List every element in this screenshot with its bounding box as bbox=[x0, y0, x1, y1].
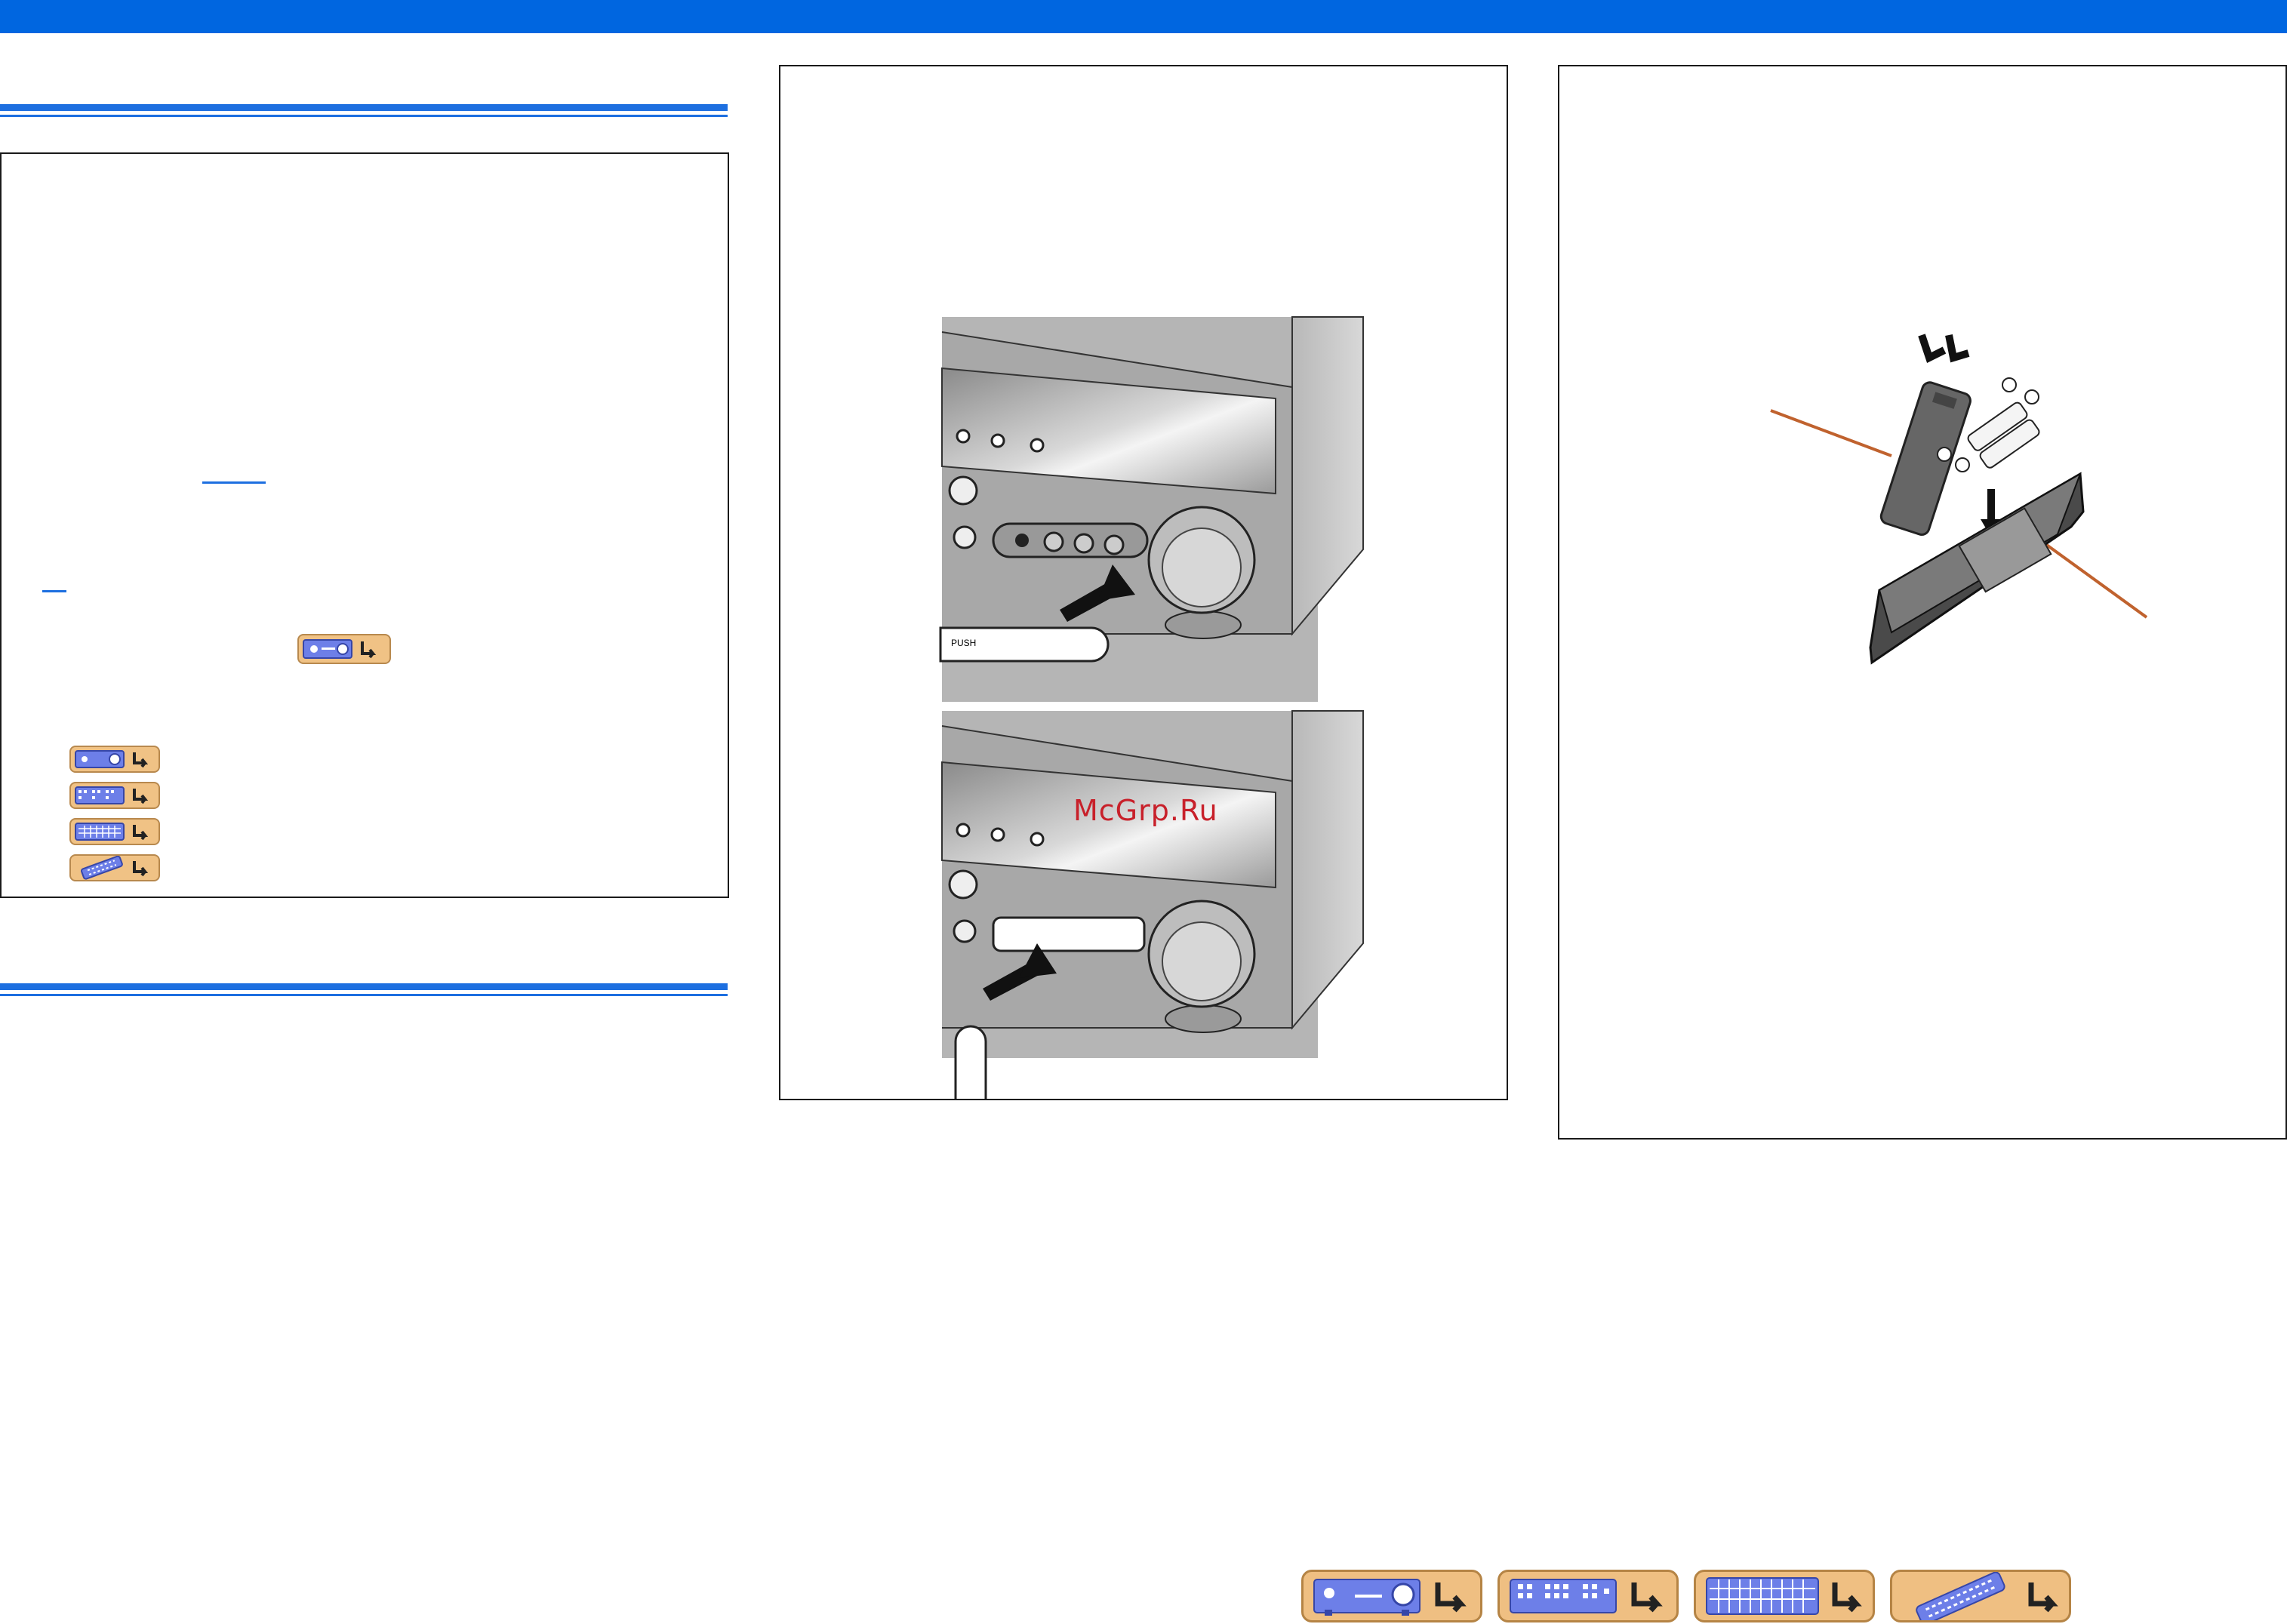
front-panel-icon[interactable] bbox=[69, 746, 160, 773]
page-reference-link[interactable] bbox=[202, 481, 266, 484]
nav-remote-button[interactable] bbox=[1890, 1570, 2071, 1624]
nav-front-panel-button[interactable] bbox=[1301, 1570, 1482, 1622]
display-panel-icon[interactable] bbox=[69, 818, 160, 845]
nav-rear-panel-button[interactable] bbox=[1497, 1570, 1679, 1622]
rear-panel-icon[interactable] bbox=[69, 782, 160, 809]
remote-icon[interactable] bbox=[69, 854, 160, 881]
section-rule-top bbox=[0, 104, 728, 117]
push-label: PUSH bbox=[951, 638, 976, 648]
remote-control-keypad-icon bbox=[1706, 1577, 1862, 1615]
front-panel-jump-icon[interactable] bbox=[297, 634, 391, 664]
receiver-rear-panel-icon bbox=[1510, 1579, 1663, 1613]
section-rule-bottom bbox=[0, 983, 728, 996]
front-panel-open-illustration: PUSH bbox=[939, 316, 1364, 1099]
header-bar bbox=[0, 0, 2287, 33]
battery-installation-box bbox=[1558, 65, 2287, 1140]
info-box bbox=[0, 152, 729, 898]
page-reference-link-2[interactable] bbox=[42, 590, 66, 592]
nav-keypad-button[interactable] bbox=[1694, 1570, 1875, 1622]
front-panel-illustration-box: PUSH McGrp.Ru bbox=[779, 65, 1508, 1100]
watermark: McGrp.Ru bbox=[1073, 794, 1218, 827]
receiver-front-panel-icon bbox=[1313, 1579, 1467, 1616]
remote-control-icon bbox=[1916, 1571, 2058, 1624]
remote-battery-illustration bbox=[1770, 334, 2148, 665]
